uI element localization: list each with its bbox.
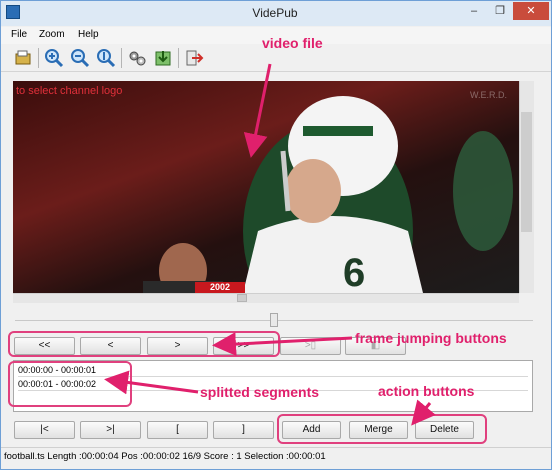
frame-buttons-label: frame jumping buttons (355, 330, 507, 346)
frame-arrow (212, 332, 353, 357)
video-arrow (243, 63, 272, 158)
segments-arrow (104, 370, 199, 395)
action-buttons-label: action buttons (378, 383, 475, 399)
actions-arrow (411, 399, 436, 426)
segments-label: splitted segments (200, 384, 320, 400)
video-file-label: video file (262, 35, 323, 51)
